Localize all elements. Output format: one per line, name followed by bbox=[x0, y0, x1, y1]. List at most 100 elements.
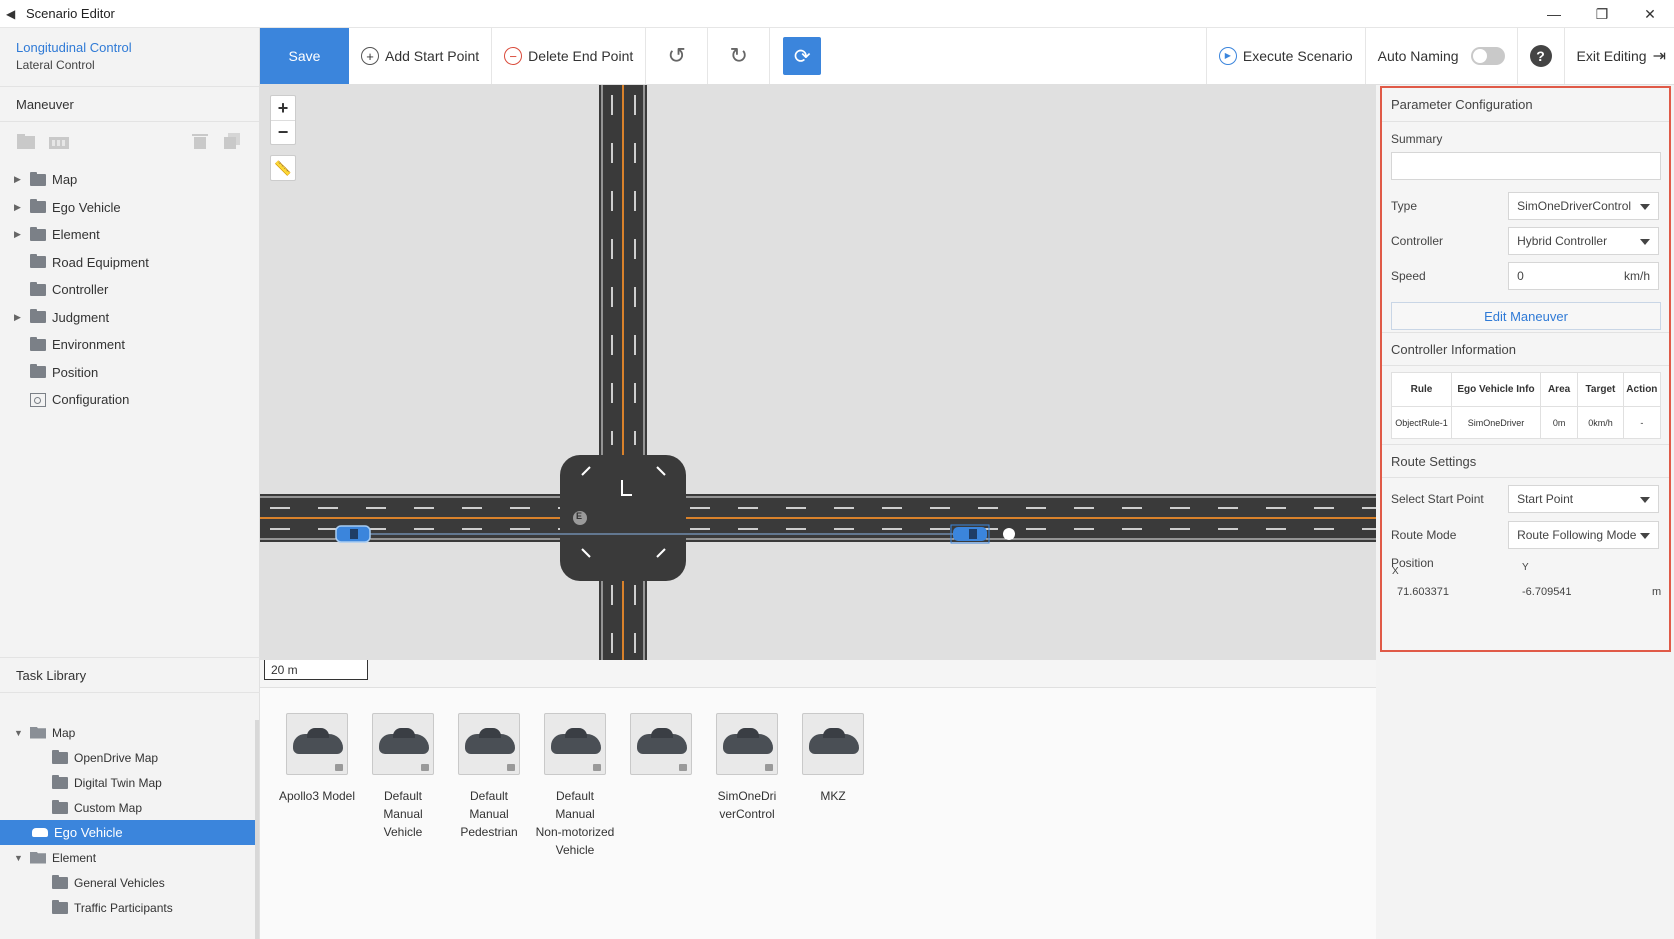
library-card[interactable]: MKZ bbox=[790, 713, 876, 805]
car-icon bbox=[637, 728, 687, 754]
open-folder-icon bbox=[30, 726, 46, 739]
open-folder-icon bbox=[30, 851, 46, 864]
minus-circle-icon: − bbox=[504, 47, 523, 65]
car-icon bbox=[551, 728, 601, 754]
car-thumbnail bbox=[630, 713, 692, 775]
window-controls: — ❐ ✕ bbox=[1530, 0, 1674, 28]
mode-longitudinal[interactable]: Longitudinal Control bbox=[16, 40, 243, 55]
ruler-icon: 📏 bbox=[274, 159, 292, 176]
task-item-opendrive-map[interactable]: OpenDrive Map bbox=[0, 745, 255, 770]
road-map[interactable] bbox=[260, 85, 1376, 660]
speed-label: Speed bbox=[1391, 269, 1426, 283]
redo-icon: ↻ bbox=[729, 43, 748, 68]
library-card-label: Default Manual Vehicle bbox=[383, 789, 423, 839]
caret-right-icon[interactable]: ▶ bbox=[14, 229, 30, 240]
library-card[interactable]: Default Manual Vehicle bbox=[360, 713, 446, 841]
help-icon: ? bbox=[1529, 45, 1552, 67]
library-card[interactable]: Default Manual Non-motorized Vehicle bbox=[532, 713, 618, 859]
close-button[interactable]: ✕ bbox=[1626, 0, 1674, 28]
ruler-button[interactable]: 📏 bbox=[270, 155, 296, 181]
help-button[interactable]: ? bbox=[1518, 28, 1565, 84]
table-header: Action bbox=[1622, 372, 1662, 407]
save-button[interactable]: Save bbox=[260, 28, 349, 84]
car-thumbnail bbox=[286, 713, 348, 775]
tree-item-controller[interactable]: ▶Controller bbox=[0, 276, 259, 304]
auto-naming-toggle[interactable] bbox=[1470, 47, 1505, 65]
library-card[interactable]: Apollo3 Model bbox=[274, 713, 360, 805]
car-thumbnail bbox=[716, 713, 778, 775]
add-folder-icon[interactable] bbox=[16, 132, 38, 150]
tree-item-judgment[interactable]: ▶ Judgment bbox=[0, 304, 259, 332]
maneuver-toolbar bbox=[0, 122, 259, 160]
configuration-icon bbox=[30, 392, 46, 407]
y-axis-label: Y bbox=[1522, 562, 1529, 573]
summary-input[interactable] bbox=[1391, 152, 1661, 180]
tree-item-position[interactable]: ▶Position bbox=[0, 359, 259, 387]
controller-info-title: Controller Information bbox=[1382, 332, 1669, 366]
caret-right-icon[interactable]: ▶ bbox=[14, 202, 30, 213]
speed-input[interactable]: 0 km/h bbox=[1508, 262, 1659, 290]
folder-icon bbox=[30, 281, 46, 296]
mode-lateral[interactable]: Lateral Control bbox=[16, 58, 243, 72]
task-item-custom-map[interactable]: Custom Map bbox=[0, 795, 255, 820]
plus-circle-icon: + bbox=[361, 47, 379, 65]
library-card-label: Default Manual Pedestrian bbox=[460, 789, 518, 839]
scale-bar: 20 m bbox=[264, 660, 368, 680]
delete-end-point-button[interactable]: − Delete End Point bbox=[492, 28, 647, 84]
caret-right-icon[interactable]: ▶ bbox=[14, 312, 30, 323]
task-item-map[interactable]: ▼ Map bbox=[0, 720, 255, 745]
type-select[interactable]: SimOneDriverControl bbox=[1508, 192, 1659, 220]
parameter-panel: Parameter Configuration Summary Type Sim… bbox=[1380, 86, 1671, 652]
tree-item-environment[interactable]: ▶Environment bbox=[0, 331, 259, 359]
undo-button[interactable]: ↺ bbox=[646, 28, 709, 84]
caret-down-icon[interactable]: ▼ bbox=[14, 853, 30, 863]
main-toolbar: Save + Add Start Point − Delete End Poin… bbox=[260, 28, 1674, 85]
caret-down-icon[interactable]: ▼ bbox=[14, 728, 30, 738]
table-cell: - bbox=[1622, 406, 1662, 439]
map-canvas[interactable]: E + − 📏 bbox=[260, 85, 1376, 660]
lock-icon bbox=[507, 764, 515, 771]
x-value[interactable]: 71.603371 bbox=[1397, 586, 1449, 598]
table-cell: 0m bbox=[1539, 406, 1579, 439]
exit-editing-button[interactable]: Exit Editing ⇥ bbox=[1565, 28, 1674, 84]
task-item-traffic-participants[interactable]: Traffic Participants bbox=[0, 895, 255, 920]
y-value[interactable]: -6.709541 bbox=[1522, 586, 1572, 598]
controller-select[interactable]: Hybrid Controller bbox=[1508, 227, 1659, 255]
delete-icon[interactable] bbox=[189, 132, 211, 150]
controller-info-table: Rule Ego Vehicle Info Area Target Action… bbox=[1391, 372, 1662, 439]
zoom-in-button[interactable]: + bbox=[271, 96, 295, 120]
restore-button[interactable]: ❐ bbox=[1578, 0, 1626, 28]
speed-unit: km/h bbox=[1623, 269, 1650, 283]
start-point-select[interactable]: Start Point bbox=[1508, 485, 1659, 513]
library-card[interactable] bbox=[618, 713, 704, 787]
add-start-point-button[interactable]: + Add Start Point bbox=[349, 28, 493, 84]
edit-maneuver-button[interactable]: Edit Maneuver bbox=[1391, 302, 1661, 330]
task-item-general-vehicles[interactable]: General Vehicles bbox=[0, 870, 255, 895]
task-library-title: Task Library bbox=[0, 657, 260, 693]
minimize-button[interactable]: — bbox=[1530, 0, 1578, 28]
tree-item-ego-vehicle[interactable]: ▶ Ego Vehicle bbox=[0, 194, 259, 222]
library-card[interactable]: SimOneDri verControl bbox=[704, 713, 790, 823]
execute-scenario-button[interactable]: ▶ Execute Scenario bbox=[1207, 28, 1366, 84]
tree-item-map[interactable]: ▶ Map bbox=[0, 166, 259, 194]
task-item-element[interactable]: ▼ Element bbox=[0, 845, 255, 870]
tree-item-road-equipment[interactable]: ▶Road Equipment bbox=[0, 249, 259, 277]
task-item-ego-vehicle[interactable]: Ego Vehicle bbox=[0, 820, 255, 845]
zoom-out-button[interactable]: − bbox=[271, 120, 295, 144]
task-item-digital-twin-map[interactable]: Digital Twin Map bbox=[0, 770, 255, 795]
car-icon bbox=[809, 728, 859, 754]
copy-icon[interactable] bbox=[221, 132, 243, 150]
redo-button[interactable]: ↻ bbox=[708, 28, 771, 84]
tree-item-configuration[interactable]: ▶Configuration bbox=[0, 386, 259, 414]
library-card-label: Default Manual Non-motorized Vehicle bbox=[535, 789, 615, 857]
add-task-icon[interactable] bbox=[48, 132, 70, 150]
task-library-scrollbar[interactable] bbox=[255, 720, 259, 939]
library-card[interactable]: Default Manual Pedestrian bbox=[446, 713, 532, 841]
caret-right-icon[interactable]: ▶ bbox=[14, 174, 30, 185]
x-axis-label: X bbox=[1392, 566, 1399, 577]
route-mode-select[interactable]: Route Following Mode bbox=[1508, 521, 1659, 549]
table-row[interactable]: ObjectRule-1 SimOneDriver 0m 0km/h - bbox=[1391, 406, 1662, 439]
folder-icon bbox=[52, 799, 68, 814]
refresh-button[interactable]: ⟳ bbox=[783, 37, 822, 75]
tree-item-element[interactable]: ▶ Element bbox=[0, 221, 259, 249]
